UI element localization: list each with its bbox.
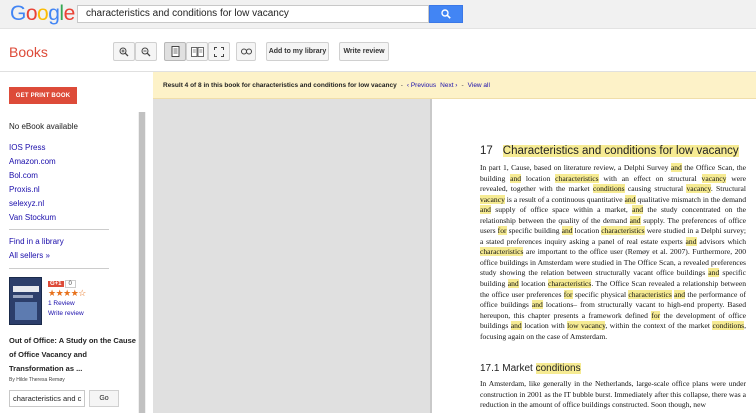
- divider: [9, 268, 109, 269]
- gplus-count: 0: [64, 280, 76, 288]
- logo-letter: G: [10, 2, 26, 25]
- logo-letter: o: [25, 2, 38, 25]
- section-title-start: 17.1 Market: [480, 363, 536, 374]
- zoom-in-icon: [119, 47, 129, 56]
- rating-stars: ★★★★☆: [48, 288, 86, 298]
- cover-title-band: [13, 286, 39, 292]
- write-review-button[interactable]: Write review: [339, 42, 389, 61]
- logo-letter: o: [37, 2, 49, 25]
- books-section-label[interactable]: Books: [9, 44, 48, 60]
- zoom-out-button[interactable]: [135, 42, 157, 61]
- section-body-text: In Amsterdam, like generally in the Neth…: [480, 379, 746, 410]
- all-sellers-link[interactable]: All sellers »: [9, 251, 50, 260]
- book-title: Out of Office: A Study on the Cause of O…: [9, 336, 136, 373]
- divider: [9, 229, 109, 230]
- books-toolbar: Books Add to my library Write review: [0, 29, 756, 72]
- seller-link[interactable]: IOS Press: [9, 143, 45, 152]
- page-icon: [171, 46, 179, 57]
- sidebar-scrollbar-thumb[interactable]: [139, 112, 145, 413]
- view-all-link[interactable]: View all: [468, 82, 490, 89]
- banner-separator: -: [461, 81, 464, 89]
- sidebar: GET PRINT BOOK No eBook available IOS Pr…: [0, 72, 148, 413]
- result-summary: Result 4 of 8 in this book for character…: [163, 81, 397, 89]
- section-heading: 17.1 Market conditions: [480, 363, 581, 374]
- search-in-book-input[interactable]: characteristics and c: [9, 390, 85, 407]
- seller-link[interactable]: selexyz.nl: [9, 199, 44, 208]
- search-input[interactable]: characteristics and conditions for low v…: [77, 5, 429, 23]
- logo-letter: e: [63, 2, 76, 25]
- search-button[interactable]: [429, 5, 463, 23]
- previous-result-link[interactable]: ‹ Previous: [407, 82, 436, 89]
- get-print-book-button[interactable]: GET PRINT BOOK: [9, 87, 77, 104]
- chapter-body-text: In part 1, Cause, based on literature re…: [480, 163, 747, 341]
- previous-page-area[interactable]: [153, 99, 432, 413]
- link-button[interactable]: [236, 42, 256, 61]
- cover-artwork: [15, 302, 37, 320]
- add-to-library-button[interactable]: Add to my library: [266, 42, 329, 61]
- section-title-highlight: conditions: [535, 363, 581, 374]
- seller-link[interactable]: Van Stockum: [9, 213, 56, 222]
- zoom-in-button[interactable]: [113, 42, 135, 61]
- single-page-view-button[interactable]: [164, 42, 186, 61]
- reviews-link[interactable]: 1 Review: [48, 300, 75, 307]
- write-review-link[interactable]: Write review: [48, 310, 84, 317]
- zoom-out-icon: [141, 47, 151, 56]
- chapter-heading: 17 Characteristics and conditions for low…: [480, 145, 739, 157]
- seller-link[interactable]: Proxis.nl: [9, 185, 40, 194]
- banner-separator: -: [400, 81, 403, 89]
- fullscreen-button[interactable]: [208, 42, 230, 61]
- book-cover-image[interactable]: [9, 277, 42, 325]
- link-icon: [240, 48, 252, 55]
- two-page-view-button[interactable]: [186, 42, 208, 61]
- gplus-button[interactable]: G+1: [48, 281, 64, 287]
- search-result-banner: Result 4 of 8 in this book for character…: [153, 72, 756, 99]
- top-bar: Google characteristics and conditions fo…: [0, 0, 756, 29]
- chapter-title: Characteristics and conditions for low v…: [502, 145, 739, 157]
- search-icon: [441, 9, 451, 19]
- seller-link[interactable]: Bol.com: [9, 171, 38, 180]
- cover-subtitle-band: [13, 295, 33, 298]
- fullscreen-icon: [214, 46, 224, 57]
- book-author: By Hilde Theresa Remøy: [9, 377, 65, 383]
- two-pages-icon: [190, 46, 204, 57]
- book-page[interactable]: 17 Characteristics and conditions for low…: [432, 99, 756, 413]
- no-ebook-label: No eBook available: [9, 122, 78, 131]
- chapter-number: 17: [480, 145, 493, 157]
- next-result-link[interactable]: Next ›: [440, 82, 457, 89]
- logo-letter: g: [48, 2, 60, 25]
- google-logo[interactable]: Google: [10, 2, 75, 26]
- find-in-library-link[interactable]: Find in a library: [9, 237, 64, 246]
- seller-link[interactable]: Amazon.com: [9, 157, 56, 166]
- books-viewer-window: Google characteristics and conditions fo…: [0, 0, 756, 413]
- go-button[interactable]: Go: [89, 390, 119, 407]
